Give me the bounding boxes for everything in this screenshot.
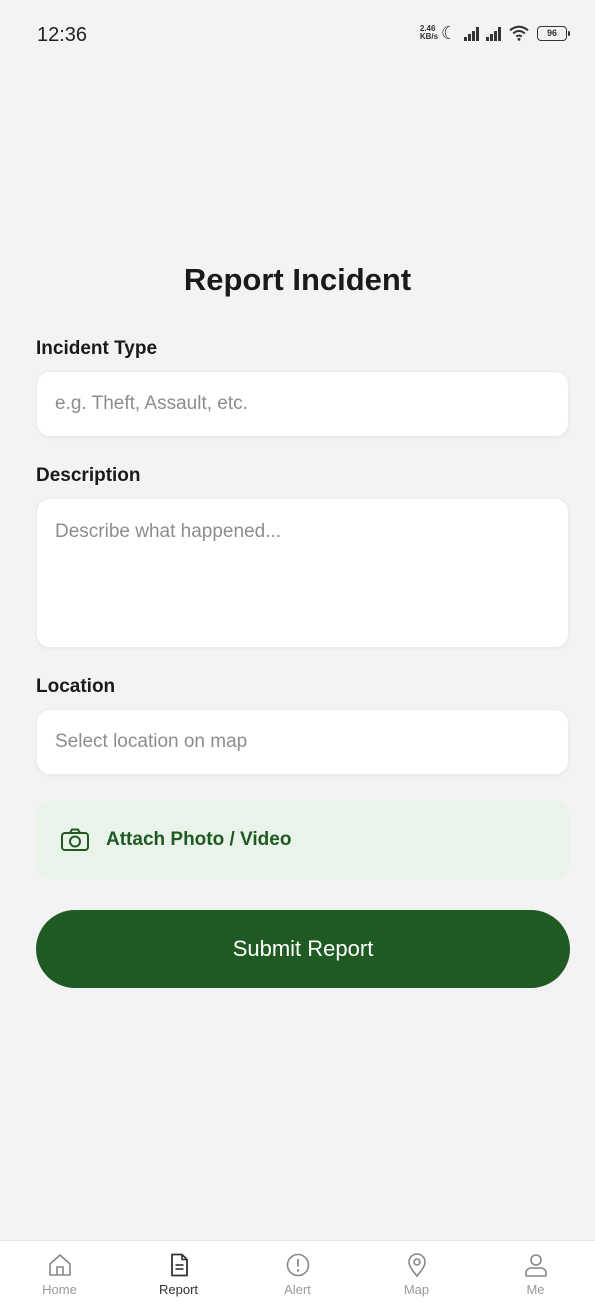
nav-item-map[interactable]: Map bbox=[357, 1252, 476, 1297]
incident-type-label: Incident Type bbox=[36, 338, 158, 359]
description-label: Description bbox=[36, 465, 141, 486]
nav-item-report[interactable]: Report bbox=[119, 1252, 238, 1297]
nav-label-report: Report bbox=[158, 1282, 199, 1297]
attach-media-button[interactable]: Attach Photo / Video bbox=[36, 800, 569, 880]
network-speed: 2.46 KB/s bbox=[419, 24, 439, 41]
document-icon bbox=[170, 1253, 188, 1277]
incident-type-field[interactable] bbox=[36, 371, 569, 437]
attach-media-label: Attach Photo / Video bbox=[106, 829, 292, 850]
do-not-disturb-icon: ☾ bbox=[440, 23, 457, 43]
nav-label-me: Me bbox=[526, 1282, 545, 1297]
alert-icon bbox=[286, 1253, 309, 1277]
nav-item-alert[interactable]: Alert bbox=[238, 1252, 357, 1297]
location-input[interactable] bbox=[55, 731, 550, 753]
description-input[interactable] bbox=[55, 499, 550, 619]
map-pin-icon bbox=[407, 1253, 426, 1278]
home-icon bbox=[48, 1254, 71, 1276]
submit-report-button[interactable]: Submit Report bbox=[36, 910, 570, 988]
battery-icon: 96 bbox=[537, 25, 570, 41]
camera-icon bbox=[61, 828, 89, 851]
nav-label-map: Map bbox=[403, 1282, 430, 1297]
description-field[interactable] bbox=[36, 498, 569, 648]
location-label: Location bbox=[36, 676, 116, 697]
signal-icon bbox=[486, 25, 501, 41]
bottom-navigation: Home Report Alert Map Me bbox=[0, 1240, 595, 1308]
signal-icon bbox=[464, 25, 479, 41]
wifi-icon bbox=[509, 25, 529, 41]
location-field[interactable] bbox=[36, 709, 569, 775]
report-incident-screen: 12:36 2.46 KB/s ☾ 96 Report Incident Inc… bbox=[0, 0, 595, 1308]
nav-label-alert: Alert bbox=[284, 1282, 311, 1297]
nav-label-home: Home bbox=[42, 1282, 77, 1297]
status-time: 12:36 bbox=[37, 24, 88, 46]
page-title: Report Incident bbox=[183, 262, 412, 297]
user-icon bbox=[524, 1254, 547, 1277]
status-icons: 2.46 KB/s ☾ 96 bbox=[419, 23, 570, 43]
nav-item-home[interactable]: Home bbox=[0, 1252, 119, 1297]
nav-item-me[interactable]: Me bbox=[476, 1252, 595, 1297]
incident-type-input[interactable] bbox=[55, 393, 550, 415]
status-bar: 12:36 2.46 KB/s ☾ 96 bbox=[0, 0, 595, 70]
